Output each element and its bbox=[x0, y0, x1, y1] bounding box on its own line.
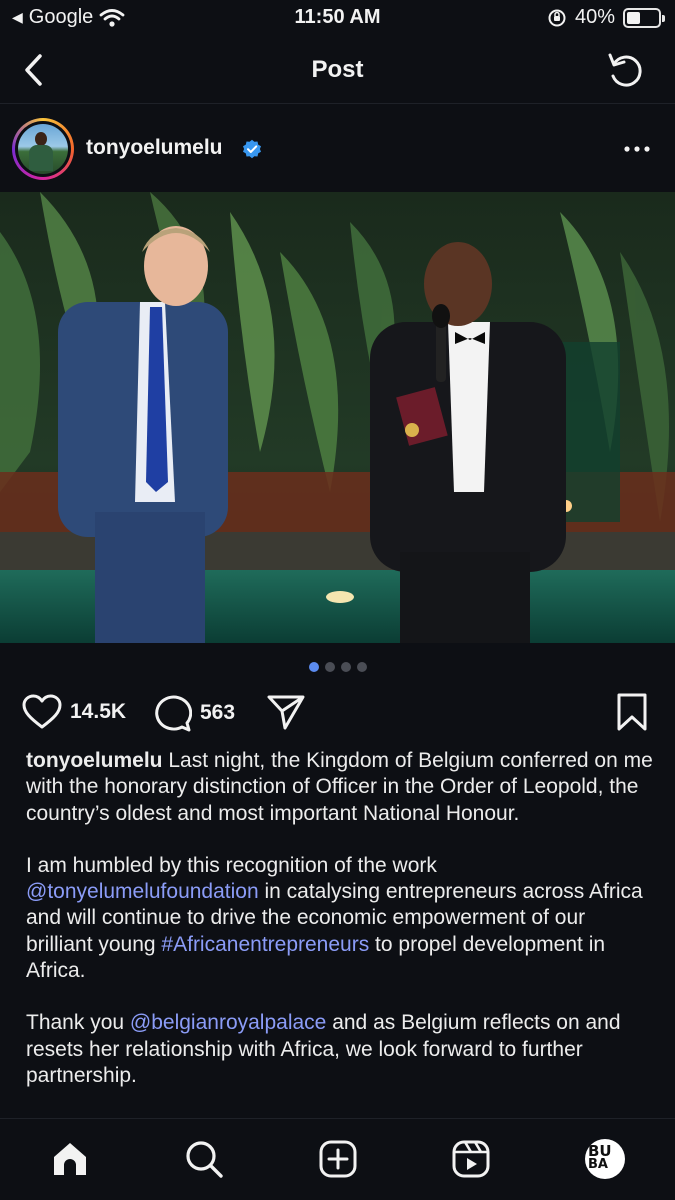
caption-paragraph: Thank you @belgianroyalpalace and as Bel… bbox=[26, 1010, 656, 1089]
create-post-icon[interactable] bbox=[318, 1139, 358, 1179]
search-icon[interactable] bbox=[184, 1139, 224, 1179]
refresh-icon[interactable] bbox=[605, 50, 645, 90]
battery-icon bbox=[623, 7, 665, 28]
reels-icon[interactable] bbox=[451, 1139, 491, 1179]
heart-icon bbox=[22, 694, 62, 729]
bookmark-icon[interactable] bbox=[615, 692, 649, 732]
caption-username[interactable]: tonyoelumelu bbox=[26, 749, 163, 772]
carousel-dot bbox=[324, 662, 335, 672]
verified-badge-icon bbox=[243, 139, 261, 159]
nav-header: Post bbox=[0, 36, 675, 104]
like-count: 14.5K bbox=[70, 700, 127, 723]
post-header: tonyoelumelu bbox=[0, 104, 675, 192]
carousel-dot bbox=[356, 662, 367, 672]
carousel-indicator bbox=[0, 662, 675, 672]
post-image[interactable] bbox=[0, 192, 675, 643]
carousel-dot-active bbox=[308, 662, 319, 672]
more-options-icon[interactable] bbox=[623, 140, 651, 158]
profile-avatar-text: BA bbox=[588, 1157, 608, 1172]
page-title: Post bbox=[311, 56, 364, 83]
avatar-image bbox=[18, 124, 68, 174]
post-caption: tonyoelumelu Last night, the Kingdom of … bbox=[26, 748, 656, 1118]
carousel-dot bbox=[340, 662, 351, 672]
mention-link[interactable]: @tonyelumelufoundation bbox=[26, 880, 259, 903]
hashtag-link[interactable]: #Africanentrepreneurs bbox=[161, 933, 369, 956]
profile-tab-avatar[interactable]: BU BA bbox=[585, 1139, 625, 1179]
caption-paragraph: tonyoelumelu Last night, the Kingdom of … bbox=[26, 748, 656, 827]
share-icon[interactable] bbox=[266, 692, 306, 732]
comment-button[interactable]: 563 bbox=[154, 694, 235, 732]
caption-text: I am humbled by this recognition of the … bbox=[26, 853, 437, 877]
avatar[interactable] bbox=[12, 118, 74, 180]
status-bar: ◀ Google 11:50 AM 40% bbox=[0, 0, 675, 36]
like-button[interactable]: 14.5K bbox=[22, 694, 126, 730]
orientation-lock-icon bbox=[548, 9, 566, 26]
profile-avatar-text: BU bbox=[588, 1142, 612, 1160]
bottom-tab-bar: BU BA bbox=[0, 1118, 675, 1200]
comment-icon bbox=[155, 695, 192, 732]
battery-percent: 40% bbox=[574, 6, 615, 28]
action-bar: 14.5K 563 bbox=[0, 690, 675, 736]
caption-paragraph: I am humbled by this recognition of the … bbox=[26, 853, 656, 984]
post-photo-illustration bbox=[0, 192, 675, 643]
mention-link[interactable]: @belgianroyalpalace bbox=[130, 1011, 326, 1034]
comment-count: 563 bbox=[200, 701, 236, 724]
home-icon[interactable] bbox=[50, 1139, 90, 1179]
post-username[interactable]: tonyoelumelu bbox=[86, 136, 223, 160]
caption-text: Thank you bbox=[26, 1011, 130, 1035]
